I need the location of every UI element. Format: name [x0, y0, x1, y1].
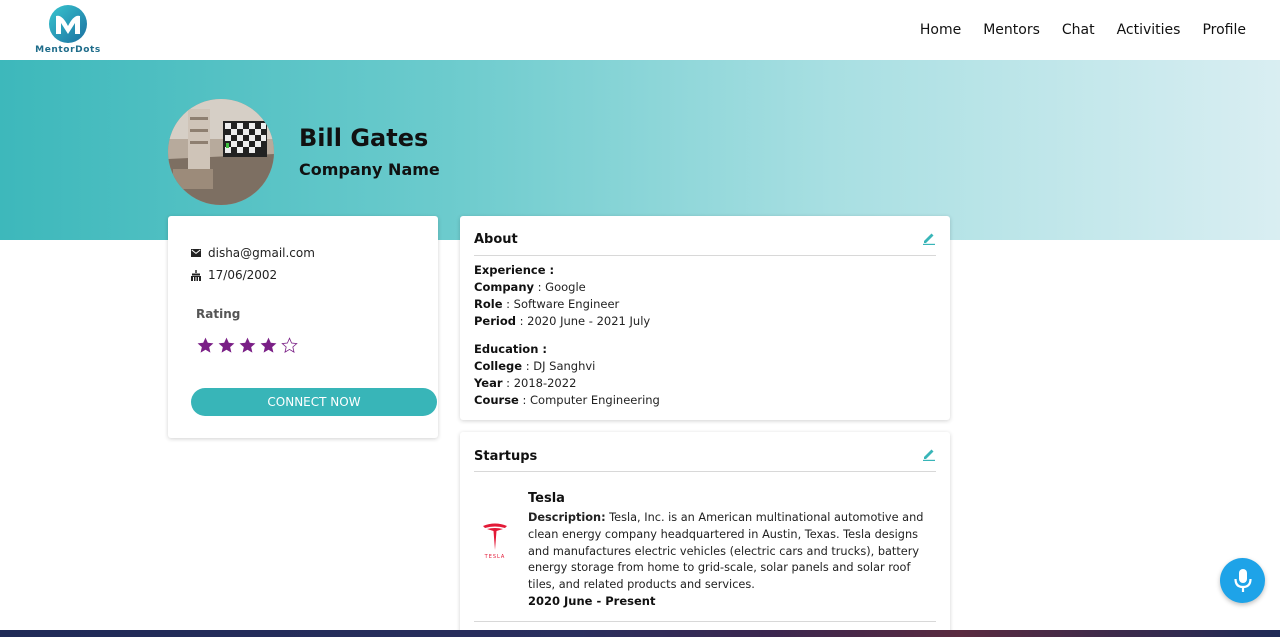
- experience-heading: Experience :: [474, 263, 555, 277]
- startup-divider: [474, 621, 936, 622]
- email-row: disha@gmail.com: [191, 246, 315, 260]
- brand-name: MentorDots: [35, 45, 101, 55]
- brand-logo[interactable]: MentorDots: [30, 4, 106, 56]
- microphone-icon: [1233, 568, 1252, 592]
- rating-stars: [196, 336, 299, 355]
- star-filled-icon: [197, 337, 214, 353]
- education-heading: Education :: [474, 342, 547, 356]
- rating-label: Rating: [196, 307, 241, 321]
- startups-card: Startups TESLA Tesla Description: Tesla,…: [460, 432, 950, 637]
- startup-description: Description: Tesla, Inc. is an American …: [528, 511, 924, 592]
- startup-period: 2020 June - Present: [528, 594, 656, 608]
- edit-pencil-icon[interactable]: [922, 231, 936, 245]
- contact-card: disha@gmail.com 17/06/2002 Rating CONNEC…: [168, 216, 438, 438]
- star-filled-icon: [239, 337, 256, 353]
- tesla-logo-text: TESLA: [484, 554, 506, 560]
- edit-pencil-icon[interactable]: [922, 447, 936, 461]
- dob-row: 17/06/2002: [191, 268, 277, 282]
- nav-activities[interactable]: Activities: [1117, 22, 1181, 38]
- email-icon: [191, 249, 201, 257]
- startups-divider: [474, 471, 936, 472]
- education-college: College : DJ Sanghvi: [474, 359, 596, 373]
- education-course: Course : Computer Engineering: [474, 393, 660, 407]
- star-filled-icon: [218, 337, 235, 353]
- profile-company: Company Name: [299, 160, 440, 179]
- nav-mentors[interactable]: Mentors: [983, 22, 1040, 38]
- email-value: disha@gmail.com: [208, 246, 315, 260]
- logo-icon: [49, 5, 87, 43]
- experience-role: Role : Software Engineer: [474, 297, 620, 311]
- education-year: Year : 2018-2022: [474, 376, 577, 390]
- profile-avatar: [168, 99, 274, 205]
- about-divider: [474, 255, 936, 256]
- profile-name: Bill Gates: [299, 124, 429, 152]
- birthday-cake-icon: [191, 269, 201, 281]
- nav-chat[interactable]: Chat: [1062, 22, 1095, 38]
- connect-now-button[interactable]: CONNECT NOW: [191, 388, 437, 416]
- nav-home[interactable]: Home: [920, 22, 961, 38]
- star-empty-icon: [281, 337, 298, 353]
- about-card: About Experience : Company : Google Role…: [460, 216, 950, 420]
- startup-name: Tesla: [528, 491, 565, 506]
- dob-value: 17/06/2002: [208, 268, 278, 282]
- voice-assistant-button[interactable]: [1220, 558, 1265, 603]
- star-filled-icon: [260, 337, 277, 353]
- experience-period: Period : 2020 June - 2021 July: [474, 314, 651, 328]
- avatar-room-image: [168, 99, 274, 205]
- experience-company: Company : Google: [474, 280, 586, 294]
- about-title: About: [474, 232, 518, 247]
- navbar: MentorDots Home Mentors Chat Activities …: [0, 0, 1280, 60]
- nav-profile[interactable]: Profile: [1202, 22, 1246, 38]
- startups-title: Startups: [474, 449, 538, 464]
- main-nav: Home Mentors Chat Activities Profile: [920, 0, 1246, 60]
- taskbar-strip: [0, 630, 1280, 637]
- tesla-logo: TESLA: [480, 522, 510, 566]
